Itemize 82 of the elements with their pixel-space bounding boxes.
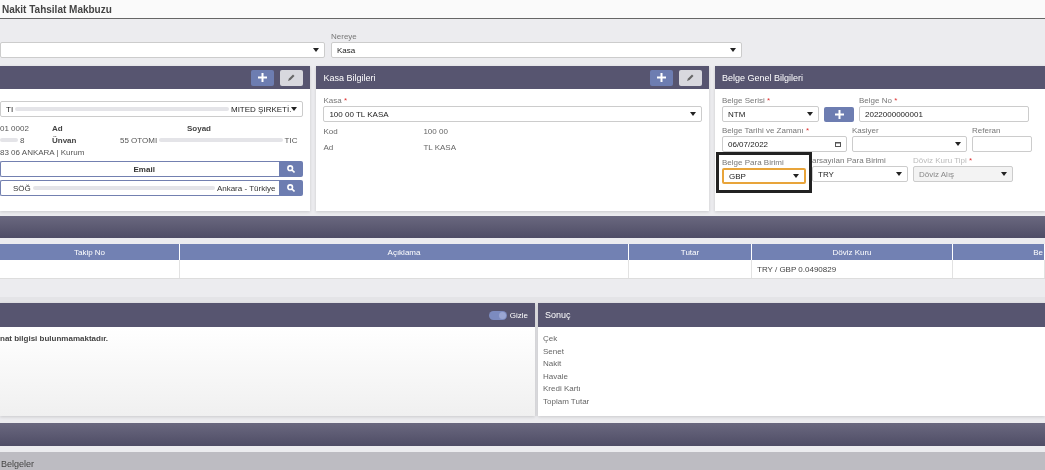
add-button[interactable] bbox=[251, 69, 275, 86]
field-text: Ünvan bbox=[52, 135, 77, 145]
select-field[interactable]: TRY bbox=[812, 166, 908, 182]
caret-icon bbox=[1001, 172, 1007, 176]
result-label: Çek bbox=[543, 333, 559, 345]
caret-icon bbox=[896, 172, 902, 176]
field-label: Nereye bbox=[331, 32, 358, 42]
field-text: 83 06 ANKARA | Kurum bbox=[0, 147, 85, 157]
field-label: Belge Tarihi ve Zamanı * bbox=[722, 126, 811, 136]
input-field[interactable] bbox=[972, 136, 1032, 152]
select-field[interactable]: NTM bbox=[722, 106, 819, 122]
date-field[interactable]: 06/07/2022 bbox=[722, 136, 847, 152]
search-icon bbox=[287, 184, 296, 192]
caret-icon bbox=[730, 48, 736, 52]
result-label: Nakit bbox=[543, 358, 563, 370]
info-value: TL KASA bbox=[423, 142, 457, 152]
add-button[interactable] bbox=[650, 69, 673, 86]
info-label: Ad bbox=[323, 142, 335, 152]
pencil-icon bbox=[687, 74, 694, 81]
search-button[interactable] bbox=[279, 180, 304, 196]
select-field[interactable] bbox=[852, 136, 967, 152]
table-cell: TRY / GBP 0.0490829 bbox=[752, 260, 953, 278]
caret-icon bbox=[807, 112, 813, 116]
toggle-label: Gizle bbox=[509, 310, 528, 320]
column-header[interactable]: Be bbox=[953, 244, 1045, 260]
result-label: Toplam Tutar bbox=[543, 395, 591, 408]
column-header[interactable]: Tutar bbox=[629, 244, 752, 260]
field-text: Ankara - Türkiye bbox=[216, 183, 276, 193]
plus-icon bbox=[258, 73, 268, 82]
info-label: Kod bbox=[323, 126, 339, 136]
select-field[interactable]: GBP bbox=[722, 168, 806, 184]
search-button[interactable] bbox=[279, 161, 304, 177]
result-label: Kredi Kartı bbox=[543, 383, 582, 395]
select-field: Döviz Alış bbox=[913, 166, 1013, 182]
field-text: SÖĞ bbox=[13, 183, 31, 193]
panel-title: Kasa Bilgileri bbox=[323, 72, 377, 83]
section-title: Belgeler bbox=[0, 459, 35, 469]
caret-icon bbox=[793, 174, 799, 178]
address-field[interactable]: SÖĞ Ankara - Türkiye bbox=[0, 180, 280, 196]
field-label: Belge Para Birimi bbox=[722, 158, 785, 168]
column-header[interactable]: Takip No bbox=[0, 244, 180, 260]
panel-title: Sonuç bbox=[545, 310, 572, 320]
plus-icon bbox=[657, 73, 666, 82]
field-label: Belge Serisi * bbox=[722, 96, 772, 106]
caret-icon bbox=[690, 112, 696, 116]
field-label: Referan bbox=[972, 126, 1002, 136]
edit-button[interactable] bbox=[280, 69, 304, 86]
search-icon bbox=[287, 165, 296, 173]
caret-icon bbox=[291, 107, 298, 111]
field-text: 8 bbox=[20, 135, 25, 145]
result-label: Senet bbox=[543, 345, 565, 358]
kasa-select[interactable]: 100 00 TL KASA bbox=[323, 106, 702, 122]
field-text: Ad bbox=[52, 123, 63, 133]
column-header[interactable]: Açıklama bbox=[180, 244, 629, 260]
field-label: Kasa * bbox=[323, 96, 348, 106]
field-text: TIC bbox=[284, 135, 298, 145]
edit-button[interactable] bbox=[679, 69, 702, 86]
plus-icon bbox=[834, 110, 844, 119]
field-text: TI bbox=[6, 104, 14, 114]
destination-select[interactable]: Kasa bbox=[331, 42, 742, 58]
panel-title: Belge Genel Bilgileri bbox=[722, 72, 805, 83]
field-label: Belge No * bbox=[859, 96, 899, 106]
result-label: Havale bbox=[543, 370, 569, 383]
field-label: arsayılan Para Birimi bbox=[812, 156, 887, 166]
email-field[interactable]: Email bbox=[0, 161, 280, 177]
caret-icon bbox=[313, 48, 319, 52]
field-label: Kasiyer bbox=[852, 126, 880, 136]
field-text: Soyad bbox=[187, 123, 211, 133]
field-text: MITED ŞIRKETİ. bbox=[230, 104, 292, 114]
calendar-icon bbox=[835, 141, 841, 147]
toggle-switch[interactable] bbox=[488, 310, 507, 320]
column-header[interactable]: Döviz Kuru bbox=[752, 244, 953, 260]
add-button[interactable] bbox=[824, 107, 854, 122]
pencil-icon bbox=[288, 74, 296, 81]
page-title: Nakit Tahsilat Makbuzu bbox=[1, 3, 112, 15]
caret-icon bbox=[955, 142, 961, 146]
field-text: 01 0002 bbox=[0, 123, 29, 133]
field-text: 55 OTOMI bbox=[120, 135, 158, 145]
info-value: 100 00 bbox=[423, 126, 448, 136]
empty-message: nat bilgisi bulunmamaktadır. bbox=[0, 334, 110, 343]
input-field[interactable]: 2022000000001 bbox=[859, 106, 1029, 122]
account-select[interactable]: TI MITED ŞIRKETİ. bbox=[0, 101, 304, 117]
